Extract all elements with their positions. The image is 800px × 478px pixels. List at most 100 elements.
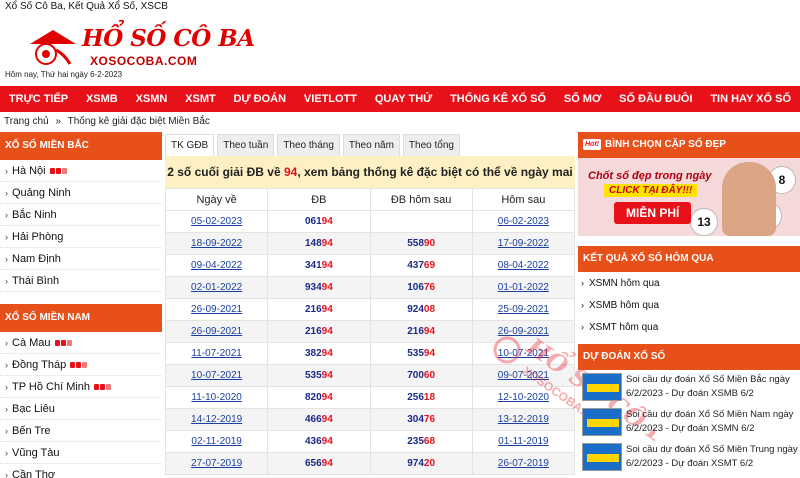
row-next-special-prize: 21694	[369, 320, 473, 343]
nav-xsmb[interactable]: XSMB	[86, 93, 118, 105]
sidebar-item-dong-thap[interactable]: › Đồng Tháp	[0, 354, 162, 376]
results-section-title[interactable]: KẾT QUẢ XỔ SỐ HÔM QUA	[578, 246, 800, 272]
sidebar-item-hai-phong[interactable]: › Hải Phòng	[0, 226, 162, 248]
row-next-special-prize: 53594	[369, 342, 473, 365]
row-next-date-link[interactable]: 10-07-2021	[471, 342, 576, 365]
live-indicator-icon	[60, 340, 66, 346]
row-next-date-link[interactable]: 26-09-2021	[471, 320, 576, 343]
free-picks-banner[interactable]: 33 8 13 Chốt số đẹp trong ngày CLICK TẠI…	[578, 158, 800, 236]
row-next-date-link[interactable]: 12-10-2020	[471, 386, 576, 409]
prize-tail-digits: 94	[321, 238, 333, 249]
prize-tail-digits: 94	[321, 436, 333, 447]
banner-line1: Chốt số đẹp trong ngày	[588, 170, 712, 182]
row-next-date-link[interactable]: 01-11-2019	[471, 430, 576, 453]
result-link-xsmn[interactable]: › XSMN hôm qua	[578, 272, 800, 294]
row-date-link[interactable]: 14-12-2019	[164, 408, 269, 431]
banner-free-button[interactable]: MIỄN PHÍ	[614, 202, 692, 224]
row-date-link[interactable]: 02-01-2022	[164, 276, 269, 299]
row-next-date-link[interactable]: 06-02-2023	[471, 210, 576, 233]
row-special-prize: 53594	[267, 364, 371, 387]
banner-click-here[interactable]: CLICK TẠI ĐÂY!!!	[604, 184, 698, 197]
row-special-prize: 38294	[267, 342, 371, 365]
nav-quay-thu[interactable]: QUAY THỬ	[375, 93, 432, 105]
predict-thumbnail	[582, 443, 622, 471]
predict-item-mien-bac[interactable]: Soi cầu dự đoán Xổ Số Miền Bắc ngày 6/2/…	[582, 373, 800, 405]
sidebar-item-vung-tau[interactable]: › Vũng Tàu	[0, 442, 162, 464]
sidebar-item-quang-ninh[interactable]: › Quảng Ninh	[0, 182, 162, 204]
row-date-link[interactable]: 11-07-2021	[164, 342, 269, 365]
row-special-prize: 82094	[267, 386, 371, 409]
prize-tail-digits: 94	[321, 326, 333, 337]
row-next-date-link[interactable]: 26-07-2019	[471, 452, 576, 475]
table-row: 11-10-2020 82094 25618 12-10-2020	[164, 386, 576, 409]
row-next-date-link[interactable]: 13-12-2019	[471, 408, 576, 431]
tab-theo-tuan[interactable]: Theo tuần	[217, 134, 275, 156]
row-next-date-link[interactable]: 09-07-2021	[471, 364, 576, 387]
nav-xsmt[interactable]: XSMT	[185, 93, 216, 105]
site-logo[interactable]: HỔ SỐ CÔ BA XOSOCOBA.COM	[28, 22, 255, 74]
row-date-link[interactable]: 02-11-2019	[164, 430, 269, 453]
predict-thumbnail	[582, 408, 622, 436]
row-next-date-link[interactable]: 17-09-2022	[471, 232, 576, 255]
col-hom-sau: Hôm sau	[471, 188, 576, 211]
stats-tabs: TK GĐB Theo tuần Theo tháng Theo năm The…	[165, 132, 575, 156]
sidebar-item-label: Quảng Ninh	[12, 187, 71, 199]
north-section-title[interactable]: XỔ SỐ MIỀN BẮC	[0, 132, 162, 160]
row-date-link[interactable]: 18-09-2022	[164, 232, 269, 255]
row-next-date-link[interactable]: 25-09-2021	[471, 298, 576, 321]
result-link-label: XSMB hôm qua	[589, 300, 660, 311]
sidebar-item-label: Vũng Tàu	[12, 447, 60, 459]
nav-tin-hay[interactable]: TIN HAY XỔ SỐ	[710, 93, 791, 105]
row-date-link[interactable]: 11-10-2020	[164, 386, 269, 409]
nav-vietlott[interactable]: VIETLOTT	[304, 93, 357, 105]
tab-theo-nam[interactable]: Theo năm	[342, 134, 400, 156]
chevron-right-icon: ›	[5, 448, 8, 458]
predict-item-mien-trung[interactable]: Soi cầu dự đoán Xổ Số Miền Trung ngày 6/…	[582, 443, 800, 475]
row-date-link[interactable]: 27-07-2019	[164, 452, 269, 475]
row-date-link[interactable]: 10-07-2021	[164, 364, 269, 387]
prize-tail-digits: 94	[321, 348, 333, 359]
sidebar-item-thai-binh[interactable]: › Thái Bình	[0, 270, 162, 292]
sidebar-item-bac-ninh[interactable]: › Bắc Ninh	[0, 204, 162, 226]
logo-hat-icon	[30, 30, 76, 65]
sidebar-item-nam-dinh[interactable]: › Nam Định	[0, 248, 162, 270]
prize-tail-digits: 68	[423, 436, 436, 447]
nav-so-mo[interactable]: SỐ MƠ	[564, 93, 602, 105]
sidebar-item-can-tho[interactable]: › Cần Thơ	[0, 464, 162, 478]
tab-theo-thang[interactable]: Theo tháng	[277, 134, 340, 156]
right-sidebar: Hot! BÌNH CHỌN CẶP SỐ ĐẸP 33 8 13 Chốt số…	[578, 132, 800, 477]
predict-section-title[interactable]: DỰ ĐOÁN XỔ SỐ	[578, 344, 800, 370]
breadcrumb-home[interactable]: Trang chủ	[4, 116, 49, 127]
row-next-date-link[interactable]: 08-04-2022	[471, 254, 576, 277]
table-row: 27-07-2019 65694 97420 26-07-2019	[164, 452, 576, 475]
nav-thong-ke[interactable]: THỐNG KÊ XỔ SỐ	[450, 93, 546, 105]
live-indicator-icon	[66, 340, 72, 346]
sidebar-item-ca-mau[interactable]: › Cà Mau	[0, 332, 162, 354]
row-next-date-link[interactable]: 01-01-2022	[471, 276, 576, 299]
nav-du-doan[interactable]: DỰ ĐOÁN	[234, 93, 287, 105]
sidebar-item-ben-tre[interactable]: › Bến Tre	[0, 420, 162, 442]
result-link-xsmt[interactable]: › XSMT hôm qua	[578, 316, 800, 338]
row-date-link[interactable]: 05-02-2023	[164, 210, 269, 233]
predict-item-mien-nam[interactable]: Soi cầu dự đoán Xổ Số Miền Nam ngày 6/2/…	[582, 408, 800, 440]
row-date-link[interactable]: 09-04-2022	[164, 254, 269, 277]
sidebar-item-tp-ho-chi-minh[interactable]: › TP Hồ Chí Minh	[0, 376, 162, 398]
sidebar-item-bac-lieu[interactable]: › Bạc Liêu	[0, 398, 162, 420]
row-date-link[interactable]: 26-09-2021	[164, 298, 269, 321]
south-section-title[interactable]: XỔ SỐ MIỀN NAM	[0, 304, 162, 332]
sidebar-item-label: Cần Thơ	[12, 469, 56, 478]
row-date-link[interactable]: 26-09-2021	[164, 320, 269, 343]
chevron-right-icon: ›	[5, 360, 8, 370]
sidebar-item-ha-noi[interactable]: › Hà Nội	[0, 160, 162, 182]
tab-theo-tong[interactable]: Theo tổng	[402, 134, 460, 156]
result-link-xsmb[interactable]: › XSMB hôm qua	[578, 294, 800, 316]
nav-truc-tiep[interactable]: TRỰC TIẾP	[9, 93, 68, 105]
live-indicator-icon	[49, 168, 55, 174]
row-next-special-prize: 10676	[369, 276, 473, 299]
table-row: 26-09-2021 21694 21694 26-09-2021	[164, 320, 576, 343]
nav-so-dau-duoi[interactable]: SỐ ĐẦU ĐUÔI	[619, 93, 692, 105]
nav-xsmn[interactable]: XSMN	[136, 93, 168, 105]
tab-tk-gdb[interactable]: TK GĐB	[165, 134, 215, 156]
table-row: 02-01-2022 93494 10676 01-01-2022	[164, 276, 576, 299]
notice-suffix: , xem bảng thống kê đặc biệt có thể về n…	[297, 165, 573, 179]
